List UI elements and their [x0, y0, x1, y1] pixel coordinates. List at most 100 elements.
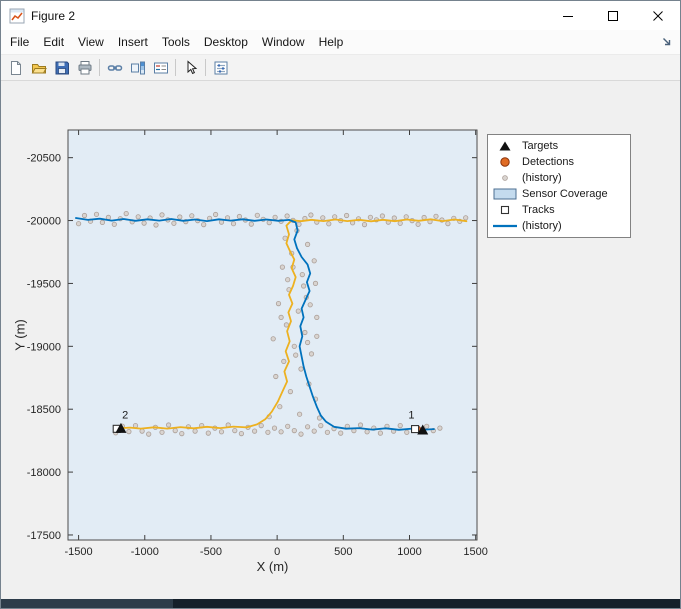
menu-help[interactable]: Help [312, 32, 351, 52]
menu-view[interactable]: View [71, 32, 111, 52]
legend-row-detections: Detections [488, 154, 630, 170]
figure-toolbar [1, 55, 680, 81]
property-inspector-icon [214, 61, 227, 74]
menu-window[interactable]: Window [255, 32, 312, 52]
detection-history-dot [324, 429, 330, 435]
detection-history-dot [201, 222, 207, 228]
detection-history-dot [236, 213, 242, 220]
track-label: 2 [122, 410, 128, 422]
detection-history-dot [192, 428, 198, 434]
minimize-button[interactable] [545, 1, 590, 30]
figure-canvas: 1 2 -1500 -1000 -500 0 500 1000 1500 -20500 -20000… [1, 81, 680, 599]
detection-history-dot [283, 322, 289, 328]
detection-history-dot [433, 213, 439, 219]
menu-edit[interactable]: Edit [36, 32, 71, 52]
maximize-button[interactable] [590, 1, 635, 30]
sensor-coverage-area [68, 130, 477, 540]
x-tick-label: 0 [274, 546, 280, 558]
detection-history-dot [285, 423, 291, 429]
property-inspector-button[interactable] [209, 57, 232, 79]
detection-history-dot [377, 430, 383, 436]
sensor-coverage-legend-icon [488, 187, 522, 201]
insert-legend-button[interactable] [149, 57, 172, 79]
open-file-icon [31, 63, 47, 73]
insert-colorbar-button[interactable] [126, 57, 149, 79]
detection-history-dot [159, 212, 165, 218]
legend-label: Sensor Coverage [522, 188, 608, 200]
y-tick-label: -20000 [27, 216, 61, 228]
save-figure-button[interactable] [50, 57, 73, 79]
figure-app-icon [9, 8, 25, 24]
detection-history-dot [232, 427, 238, 434]
link-plot-icon [107, 64, 122, 71]
x-axis-label: X (m) [256, 559, 289, 574]
detection-history-dot [424, 423, 430, 429]
menu-insert[interactable]: Insert [111, 32, 155, 52]
detection-history-dot [404, 429, 410, 435]
dock-figure-button[interactable] [661, 36, 673, 48]
close-button[interactable] [635, 1, 680, 30]
detection-history-dot [205, 430, 211, 436]
detection-history-dot [171, 220, 177, 226]
x-tick-label: 1000 [397, 546, 421, 558]
legend-row-detections-history: (history) [488, 170, 630, 186]
legend-label: Targets [522, 140, 559, 152]
detections-legend-icon [488, 155, 522, 169]
detection-history-dot [338, 430, 344, 436]
detection-history-dot [146, 431, 152, 437]
detection-history-dot [218, 429, 225, 435]
detection-history-dot [273, 373, 279, 380]
menu-file[interactable]: File [3, 32, 36, 52]
detection-history-dot [314, 333, 320, 339]
detection-history-dot [403, 214, 409, 220]
detection-history-dot [291, 427, 297, 434]
y-tick-label: -20500 [27, 153, 61, 165]
dock-arrow-icon [663, 38, 671, 46]
detection-history-dot [238, 430, 244, 437]
new-figure-button[interactable] [4, 57, 27, 79]
x-tick-label: 1500 [463, 546, 487, 558]
detection-history-dot [361, 222, 368, 228]
toolbar-separator [99, 59, 100, 76]
titlebar[interactable]: Figure 2 [1, 1, 680, 30]
edit-plot-arrow-icon [187, 59, 197, 74]
detection-history-dot [364, 429, 370, 435]
edit-plot-button[interactable] [179, 57, 202, 79]
detection-history-dot [230, 221, 237, 227]
menu-desktop[interactable]: Desktop [197, 32, 255, 52]
detection-history-dot [270, 336, 276, 342]
detection-history-dot [299, 272, 305, 278]
link-plot-button[interactable] [103, 57, 126, 79]
detection-history-dot [332, 214, 338, 220]
detection-history-dot [189, 213, 195, 219]
detection-history-dot [93, 211, 100, 217]
detection-history-dot [298, 366, 304, 372]
detection-history-dot [278, 314, 284, 320]
detection-history-dot [291, 343, 297, 349]
bottom-edge-strip [1, 599, 680, 608]
tracks-history-legend-icon [488, 219, 522, 233]
detection-history-dot [252, 428, 258, 434]
detection-history-dot [281, 358, 287, 364]
legend-row-tracks: Tracks [488, 202, 630, 218]
detections-history-legend-icon [488, 171, 522, 185]
x-tick-label: -1000 [131, 546, 159, 558]
detection-history-dot [166, 422, 172, 428]
detection-history-dot [76, 221, 82, 227]
save-figure-icon [55, 61, 69, 74]
detection-history-dot [213, 211, 219, 218]
minimize-icon [562, 15, 573, 17]
open-file-button[interactable] [27, 57, 50, 79]
detection-history-dot [265, 429, 271, 435]
detection-history-dot [258, 422, 264, 429]
tracks-legend-icon [488, 203, 522, 217]
detection-history-dot [172, 427, 178, 434]
detection-history-dot [308, 351, 315, 357]
detection-history-dot [304, 241, 311, 247]
legend[interactable]: Targets Detections (history) Sensor Cove… [487, 134, 631, 238]
print-figure-button[interactable] [73, 57, 96, 79]
detection-history-dot [279, 264, 285, 270]
menu-tools[interactable]: Tools [155, 32, 197, 52]
detection-history-dot [304, 339, 311, 346]
detection-history-dot [271, 425, 278, 431]
